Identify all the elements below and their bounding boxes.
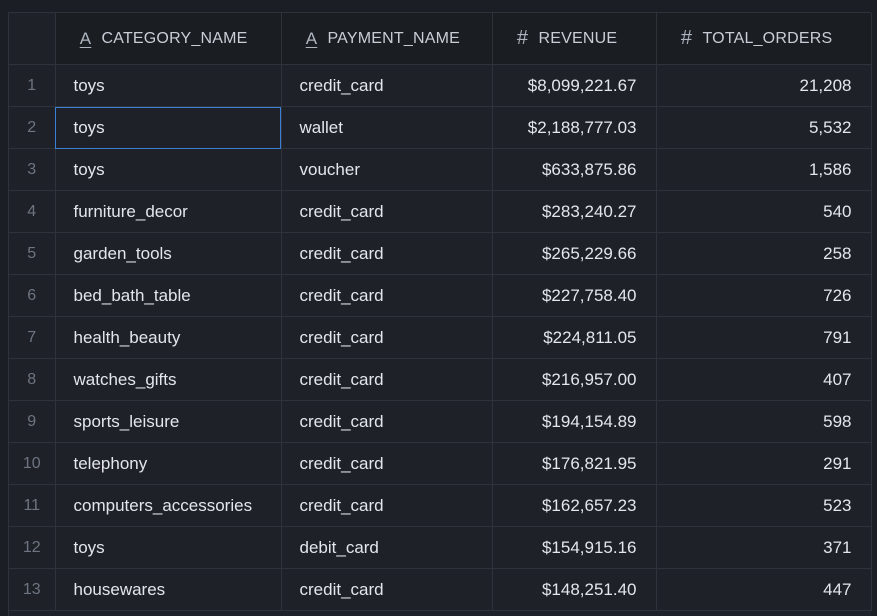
revenue-cell[interactable]: $194,154.89 xyxy=(492,400,657,443)
category-name-cell[interactable]: toys xyxy=(55,526,282,569)
revenue-cell[interactable]: $633,875.86 xyxy=(492,148,657,191)
revenue-cell[interactable]: $162,657.23 xyxy=(492,484,657,527)
row-index-cell: 1 xyxy=(9,64,56,107)
revenue-cell[interactable]: $283,240.27 xyxy=(492,190,657,233)
category-name-cell[interactable]: toys xyxy=(55,64,282,107)
revenue-cell[interactable]: $224,811.05 xyxy=(492,316,657,359)
category-name-cell[interactable]: bed_bath_table xyxy=(55,274,282,317)
revenue-cell[interactable]: $176,821.95 xyxy=(492,442,657,485)
row-index-cell: 6 xyxy=(9,274,56,317)
table-body: 1 toys credit_card $8,099,221.67 21,208 2 toys… xyxy=(9,64,872,611)
category-name-cell[interactable]: health_beauty xyxy=(55,316,282,359)
total-orders-cell[interactable]: 407 xyxy=(656,358,872,401)
category-name-cell[interactable]: sports_leisure xyxy=(55,400,282,443)
row-index-cell: 8 xyxy=(9,358,56,401)
table-row[interactable]: 11 computers_accessories credit_card $162,6… xyxy=(9,484,872,527)
table-row[interactable]: 10 telephony credit_card $176,821.95 291 xyxy=(9,442,872,485)
column-header-revenue[interactable]: # REVENUE xyxy=(492,13,657,65)
category-name-cell[interactable]: computers_accessories xyxy=(55,484,282,527)
revenue-cell[interactable]: $2,188,777.03 xyxy=(492,106,657,149)
table-row[interactable]: 3 toys voucher $633,875.86 1,586 xyxy=(9,148,872,191)
category-name-cell[interactable]: garden_tools xyxy=(55,232,282,275)
payment-name-cell[interactable]: credit_card xyxy=(281,274,493,317)
revenue-cell[interactable]: $148,251.40 xyxy=(492,568,657,611)
payment-name-cell[interactable]: voucher xyxy=(281,148,493,191)
payment-name-cell[interactable]: credit_card xyxy=(281,358,493,401)
table-row[interactable]: 12 toys debit_card $154,915.16 371 xyxy=(9,526,872,569)
table-row[interactable]: 1 toys credit_card $8,099,221.67 21,208 xyxy=(9,64,872,107)
table-row[interactable]: 2 toys wallet $2,188,777.03 5,532 xyxy=(9,106,872,149)
table-row[interactable]: 13 housewares credit_card $148,251.40 447 xyxy=(9,568,872,611)
total-orders-cell[interactable]: 791 xyxy=(656,316,872,359)
category-name-cell[interactable]: telephony xyxy=(55,442,282,485)
column-header-label: REVENUE xyxy=(538,29,618,47)
number-type-icon: # xyxy=(680,27,693,49)
table-row[interactable]: 4 furniture_decor credit_card $283,240.27 54… xyxy=(9,190,872,233)
payment-name-cell[interactable]: credit_card xyxy=(281,190,493,233)
payment-name-cell[interactable]: credit_card xyxy=(281,232,493,275)
total-orders-cell[interactable]: 371 xyxy=(656,526,872,569)
table-row[interactable]: 5 garden_tools credit_card $265,229.66 258 xyxy=(9,232,872,275)
total-orders-cell[interactable]: 447 xyxy=(656,568,872,611)
row-index-cell: 3 xyxy=(9,148,56,191)
row-index-cell: 10 xyxy=(9,442,56,485)
row-index-cell: 4 xyxy=(9,190,56,233)
row-index-cell: 12 xyxy=(9,526,56,569)
payment-name-cell[interactable]: credit_card xyxy=(281,484,493,527)
total-orders-cell[interactable]: 1,586 xyxy=(656,148,872,191)
column-header-label: PAYMENT_NAME xyxy=(327,29,460,47)
payment-name-cell[interactable]: debit_card xyxy=(281,526,493,569)
category-name-cell[interactable]: toys xyxy=(55,106,282,149)
row-index-cell: 7 xyxy=(9,316,56,359)
total-orders-cell[interactable]: 598 xyxy=(656,400,872,443)
revenue-cell[interactable]: $265,229.66 xyxy=(492,232,657,275)
row-index-header xyxy=(9,13,56,65)
category-name-cell[interactable]: watches_gifts xyxy=(55,358,282,401)
total-orders-cell[interactable]: 5,532 xyxy=(656,106,872,149)
column-header-total-orders[interactable]: # TOTAL_ORDERS xyxy=(656,13,872,65)
column-header-category-name[interactable]: A CATEGORY_NAME xyxy=(55,13,282,65)
row-index-cell: 11 xyxy=(9,484,56,527)
text-type-icon: A xyxy=(305,28,318,48)
payment-name-cell[interactable]: credit_card xyxy=(281,400,493,443)
payment-name-cell[interactable]: credit_card xyxy=(281,442,493,485)
total-orders-cell[interactable]: 540 xyxy=(656,190,872,233)
total-orders-cell[interactable]: 291 xyxy=(656,442,872,485)
payment-name-cell[interactable]: credit_card xyxy=(281,568,493,611)
total-orders-cell[interactable]: 523 xyxy=(656,484,872,527)
table-row[interactable]: 9 sports_leisure credit_card $194,154.89 598 xyxy=(9,400,872,443)
results-table: A CATEGORY_NAME A PAYMENT_NAME # REVENUE… xyxy=(9,13,872,611)
column-header-label: TOTAL_ORDERS xyxy=(702,29,833,47)
payment-name-cell[interactable]: credit_card xyxy=(281,64,493,107)
results-panel: A CATEGORY_NAME A PAYMENT_NAME # REVENUE… xyxy=(0,0,877,616)
column-header-label: CATEGORY_NAME xyxy=(101,29,248,47)
revenue-cell[interactable]: $154,915.16 xyxy=(492,526,657,569)
payment-name-cell[interactable]: credit_card xyxy=(281,316,493,359)
payment-name-cell[interactable]: wallet xyxy=(281,106,493,149)
row-index-cell: 9 xyxy=(9,400,56,443)
category-name-cell[interactable]: housewares xyxy=(55,568,282,611)
row-index-cell: 2 xyxy=(9,106,56,149)
category-name-cell[interactable]: toys xyxy=(55,148,282,191)
number-type-icon: # xyxy=(516,27,529,49)
column-header-payment-name[interactable]: A PAYMENT_NAME xyxy=(281,13,493,65)
total-orders-cell[interactable]: 258 xyxy=(656,232,872,275)
revenue-cell[interactable]: $216,957.00 xyxy=(492,358,657,401)
header-row: A CATEGORY_NAME A PAYMENT_NAME # REVENUE… xyxy=(9,13,872,65)
total-orders-cell[interactable]: 21,208 xyxy=(656,64,872,107)
results-grid: A CATEGORY_NAME A PAYMENT_NAME # REVENUE… xyxy=(8,12,872,616)
table-row[interactable]: 6 bed_bath_table credit_card $227,758.40 726 xyxy=(9,274,872,317)
category-name-cell[interactable]: furniture_decor xyxy=(55,190,282,233)
revenue-cell[interactable]: $8,099,221.67 xyxy=(492,64,657,107)
text-type-icon: A xyxy=(79,28,92,48)
row-index-cell: 13 xyxy=(9,568,56,611)
revenue-cell[interactable]: $227,758.40 xyxy=(492,274,657,317)
table-row[interactable]: 8 watches_gifts credit_card $216,957.00 407 xyxy=(9,358,872,401)
row-index-cell: 5 xyxy=(9,232,56,275)
total-orders-cell[interactable]: 726 xyxy=(656,274,872,317)
table-row[interactable]: 7 health_beauty credit_card $224,811.05 791 xyxy=(9,316,872,359)
